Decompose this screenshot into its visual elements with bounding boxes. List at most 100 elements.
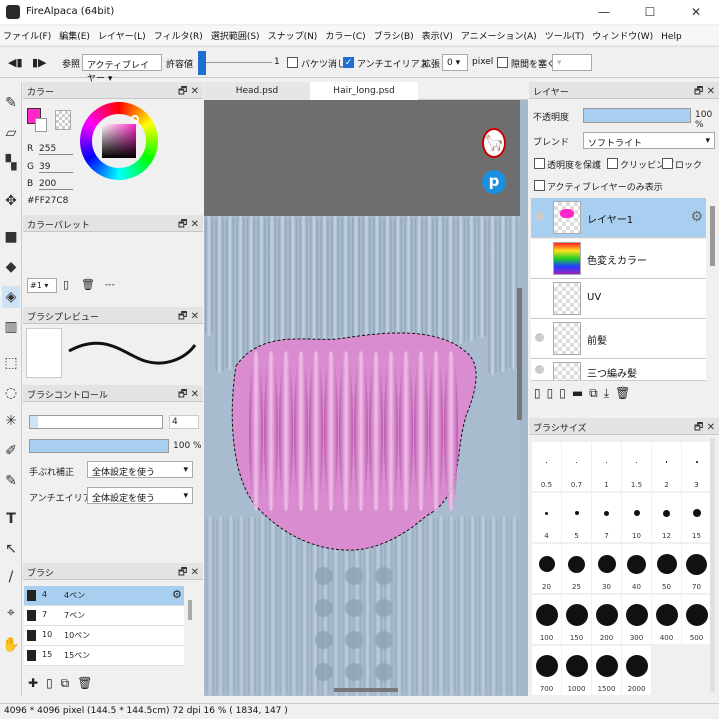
lock-checkbox[interactable] (662, 158, 673, 172)
merge-down-icon[interactable]: ⤓ (604, 386, 615, 400)
brush-size-cell[interactable]: 20 (532, 544, 561, 593)
layer-row[interactable]: 前髪 (531, 319, 706, 359)
add-brush-icon[interactable]: ✚ (28, 676, 46, 690)
brush-size-cell[interactable]: 2 (652, 442, 681, 491)
brush-size-cell[interactable]: 25 (562, 544, 591, 593)
b-value[interactable]: 200 (39, 179, 73, 190)
brush-size-cell[interactable]: 100 (532, 595, 561, 644)
menu-help[interactable]: Help (658, 29, 687, 42)
menu-brush[interactable]: ブラシ(B) (371, 26, 419, 42)
eye-icon[interactable] (535, 365, 544, 374)
menu-view[interactable]: 表示(V) (419, 26, 458, 42)
panel-controls-icon[interactable]: 🗗 ✕ (178, 565, 199, 582)
panel-controls-icon[interactable]: 🗗 ✕ (178, 309, 199, 326)
select-eraser-tool-icon[interactable]: ✎ (2, 470, 20, 492)
brush-size-cell[interactable]: 40 (622, 544, 651, 593)
close-button[interactable]: ✕ (673, 0, 719, 24)
reference-select[interactable]: アクティブレイヤー ▾ (82, 54, 162, 84)
hue-picker-handle[interactable] (131, 115, 139, 123)
select-pen-tool-icon[interactable]: ✐ (2, 440, 20, 462)
g-value[interactable]: 39 (39, 162, 73, 173)
canvas-vscrollbar[interactable] (517, 288, 522, 420)
brush-size-scrollbar[interactable] (710, 438, 715, 692)
menu-animation[interactable]: アニメーション(A) (458, 26, 542, 42)
tolerance-slider-track[interactable] (206, 62, 272, 63)
brush-size-cell[interactable]: 7 (592, 493, 621, 542)
brush-size-cell[interactable]: 4 (532, 493, 561, 542)
text-tool-icon[interactable]: T (2, 508, 20, 530)
brush-size-value[interactable]: 4 (169, 415, 199, 429)
operation-tool-icon[interactable]: ↖ (2, 538, 20, 560)
layer-list-scrollbar[interactable] (710, 206, 715, 266)
menu-layer[interactable]: レイヤー(L) (95, 26, 151, 42)
protect-alpha-checkbox[interactable] (534, 158, 545, 172)
eyedropper-tool-icon[interactable]: ⌖ (2, 602, 20, 624)
new-brush-icon[interactable]: ▯ (46, 676, 61, 690)
brush-size-cell[interactable]: 150 (562, 595, 591, 644)
brush-size-cell[interactable]: 0.7 (562, 442, 591, 491)
brush-size-cell[interactable]: 70 (682, 544, 711, 593)
new-8bit-layer-icon[interactable]: ▯ (547, 386, 560, 400)
magic-wand-tool-icon[interactable]: ✳ (2, 410, 20, 432)
delete-layer-icon[interactable]: 🗑 (615, 386, 636, 400)
antialias-checkbox[interactable]: ✓ (343, 57, 354, 68)
delete-palette-icon[interactable]: 🗑 (81, 278, 95, 291)
layer-row[interactable]: UV (531, 279, 706, 319)
brush-size-cell[interactable]: 12 (652, 493, 681, 542)
gear-icon[interactable]: ⚙ (172, 588, 182, 601)
delete-brush-icon[interactable]: 🗑 (77, 676, 100, 690)
tolerance-slider-handle[interactable] (198, 51, 206, 75)
new-folder-icon[interactable]: ▬ (572, 386, 589, 400)
pixiv-p-icon[interactable]: p (482, 170, 506, 194)
transparent-color-swatch[interactable] (55, 110, 71, 130)
active-only-checkbox[interactable] (534, 180, 545, 194)
tab-hair-long[interactable]: Hair_long.psd (310, 82, 418, 100)
brush-size-cell[interactable]: 2000 (622, 646, 651, 695)
move-tool-icon[interactable]: ✥ (2, 190, 20, 212)
menu-snap[interactable]: スナップ(N) (265, 26, 323, 42)
menu-file[interactable]: ファイル(F) (0, 26, 56, 42)
eye-icon[interactable] (535, 333, 544, 342)
duplicate-layer-icon[interactable]: ⧉ (589, 386, 604, 400)
brush-item[interactable]: 4 4ペン ⚙ (24, 586, 184, 606)
brush-size-cell[interactable]: 300 (622, 595, 651, 644)
brush-antialias-select[interactable]: 全体設定を使う ▾ (87, 487, 193, 504)
menu-tool[interactable]: ツール(T) (542, 26, 590, 42)
layer-row[interactable]: レイヤー1 ⚙ (531, 198, 706, 238)
bucket-tool-icon[interactable]: ◈ (2, 286, 20, 308)
new-1bit-layer-icon[interactable]: ▯ (559, 386, 572, 400)
brush-list-scrollbar[interactable] (188, 600, 192, 620)
select-rect-tool-icon[interactable]: ⬚ (2, 352, 20, 374)
layer-opacity-slider[interactable] (583, 108, 691, 123)
brush-size-cell[interactable]: 3 (682, 442, 711, 491)
brush-size-cell[interactable]: 50 (652, 544, 681, 593)
prev-icon[interactable]: ◀▮ (8, 56, 23, 69)
layer-row[interactable]: 三つ編み髪 (531, 359, 706, 381)
panel-controls-icon[interactable]: 🗗 ✕ (178, 84, 199, 101)
brush-size-cell[interactable]: 5 (562, 493, 591, 542)
gap-close-select[interactable]: ▾ (552, 54, 592, 71)
gradient-tool-icon[interactable]: ▥ (2, 316, 20, 338)
shape-tool-icon[interactable]: ◆ (2, 256, 20, 278)
stabilizer-select[interactable]: 全体設定を使う ▾ (87, 461, 193, 478)
divide-tool-icon[interactable]: / (2, 566, 20, 588)
r-value[interactable]: 255 (39, 144, 73, 155)
panel-controls-icon[interactable]: 🗗 ✕ (178, 217, 199, 234)
panel-controls-icon[interactable]: 🗗 ✕ (178, 387, 199, 404)
brush-size-cell[interactable]: 10 (622, 493, 651, 542)
brush-item[interactable]: 15 15ペン (24, 646, 184, 666)
brush-size-cell[interactable]: 30 (592, 544, 621, 593)
canvas-hscrollbar[interactable] (334, 688, 398, 692)
brush-size-cell[interactable]: 1500 (592, 646, 621, 695)
palette-select[interactable]: #1 ▾ (27, 278, 57, 293)
bucket-clear-checkbox[interactable] (287, 57, 298, 71)
minimize-button[interactable]: — (581, 0, 627, 24)
new-palette-icon[interactable]: ▯ (63, 278, 69, 291)
brush-opacity-slider[interactable] (29, 439, 169, 453)
secondary-color-swatch[interactable] (35, 118, 47, 132)
brush-size-cell[interactable]: 200 (592, 595, 621, 644)
new-layer-icon[interactable]: ▯ (534, 386, 547, 400)
menu-filter[interactable]: フィルタ(R) (151, 26, 208, 42)
hair-texture-canvas[interactable] (204, 216, 520, 696)
hue-wheel[interactable] (80, 102, 158, 180)
